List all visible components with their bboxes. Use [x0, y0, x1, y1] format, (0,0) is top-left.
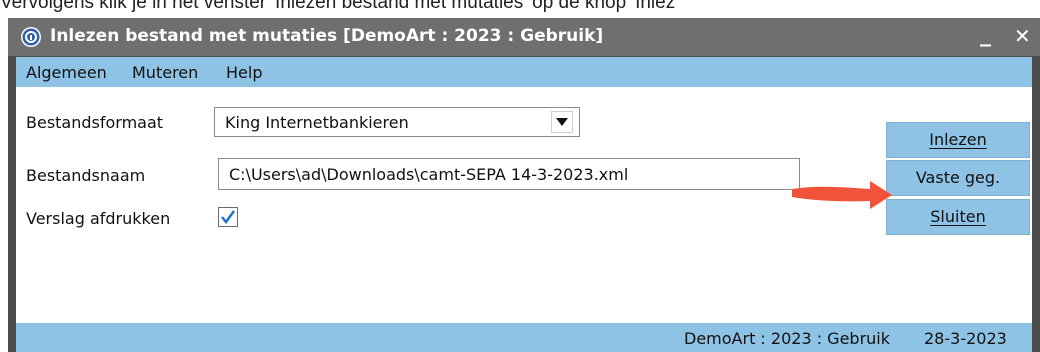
instruction-caption: Vervolgens klik je in het venster 'Inlez… — [0, 0, 676, 13]
fixed-data-button[interactable]: Vaste geg. — [886, 160, 1030, 196]
status-date: 28-3-2023 — [924, 329, 1007, 348]
format-select-value: King Internetbankieren — [225, 113, 409, 132]
minimize-icon[interactable]: _ — [980, 22, 991, 47]
checkmark-icon — [221, 210, 235, 224]
close-button[interactable]: Sluiten — [886, 199, 1030, 235]
menu-bar: Algemeen Muteren Help — [16, 57, 1032, 87]
format-select[interactable]: King Internetbankieren — [214, 107, 580, 137]
status-bar: DemoArt : 2023 : Gebruik 28-3-2023 — [16, 323, 1032, 352]
window-title: Inlezen bestand met mutaties [DemoArt : … — [50, 26, 604, 46]
menu-muteren[interactable]: Muteren — [132, 63, 198, 82]
print-report-label: Verslag afdrukken — [26, 209, 171, 228]
form-area: Bestandsformaat King Internetbankieren B… — [16, 87, 1032, 323]
filename-field[interactable]: C:\Users\ad\Downloads\camt-SEPA 14-3-202… — [218, 158, 800, 190]
print-report-checkbox[interactable] — [218, 207, 238, 227]
status-context: DemoArt : 2023 : Gebruik — [684, 329, 891, 348]
filename-value: C:\Users\ad\Downloads\camt-SEPA 14-3-202… — [229, 165, 629, 184]
menu-help[interactable]: Help — [226, 63, 262, 82]
menu-algemeen[interactable]: Algemeen — [26, 63, 107, 82]
red-arrow-icon — [792, 181, 892, 209]
read-button[interactable]: Inlezen — [886, 122, 1030, 158]
close-icon[interactable]: ✕ — [1014, 24, 1031, 48]
app-icon — [20, 26, 42, 48]
fixed-data-button-label: Vaste geg. — [915, 168, 1001, 187]
dropdown-arrow-icon[interactable] — [551, 111, 573, 133]
filename-label: Bestandsnaam — [26, 166, 146, 185]
title-bar[interactable]: Inlezen bestand met mutaties [DemoArt : … — [8, 18, 1040, 56]
format-label: Bestandsformaat — [26, 113, 164, 132]
dialog-window: Inlezen bestand met mutaties [DemoArt : … — [8, 18, 1040, 352]
